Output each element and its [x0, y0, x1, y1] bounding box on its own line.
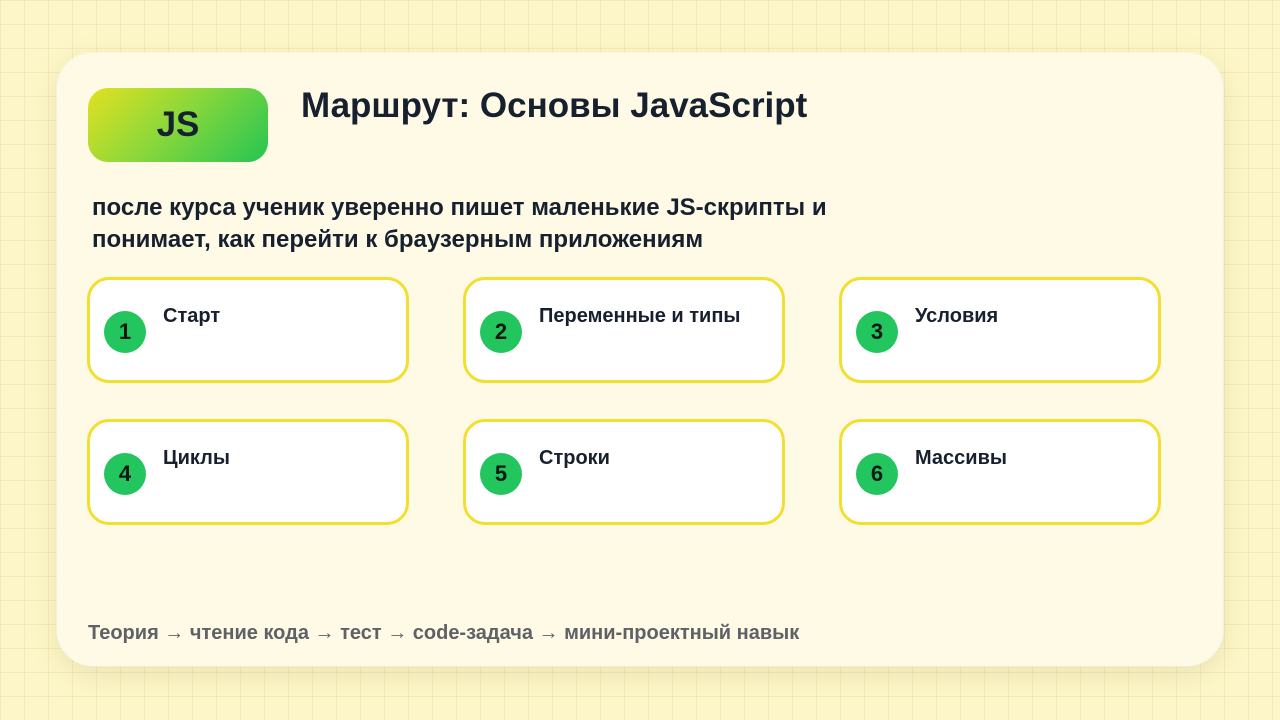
step-card-start[interactable]: 1 Старт — [87, 277, 409, 383]
step-card-conditions[interactable]: 3 Условия — [839, 277, 1161, 383]
step-title: Переменные и типы — [539, 305, 741, 327]
step-card-variables-and-types[interactable]: 2 Переменные и типы — [463, 277, 785, 383]
step-number-badge: 6 — [856, 453, 898, 495]
learning-flow-caption: Теория → чтение кода → тест → code-задач… — [88, 622, 800, 644]
step-title: Строки — [539, 447, 610, 469]
js-logo-badge: JS — [88, 88, 268, 162]
course-outcome-line-1: после курса ученик уверенно пишет малень… — [92, 194, 827, 221]
course-outcome-text: после курса ученик уверенно пишет малень… — [92, 192, 992, 256]
step-number-badge: 4 — [104, 453, 146, 495]
step-number-badge: 1 — [104, 311, 146, 353]
step-card-arrays[interactable]: 6 Массивы — [839, 419, 1161, 525]
step-card-strings[interactable]: 5 Строки — [463, 419, 785, 525]
step-number-badge: 2 — [480, 311, 522, 353]
step-title: Циклы — [163, 447, 230, 469]
step-card-loops[interactable]: 4 Циклы — [87, 419, 409, 525]
page-title: Маршрут: Основы JavaScript — [301, 86, 808, 125]
course-outcome-line-2: понимает, как перейти к браузерным прило… — [92, 226, 704, 253]
step-title: Условия — [915, 305, 999, 327]
step-number-badge: 3 — [856, 311, 898, 353]
step-number-badge: 5 — [480, 453, 522, 495]
step-title: Старт — [163, 305, 221, 327]
step-title: Массивы — [915, 447, 1007, 469]
js-badge-label: JS — [156, 105, 200, 144]
